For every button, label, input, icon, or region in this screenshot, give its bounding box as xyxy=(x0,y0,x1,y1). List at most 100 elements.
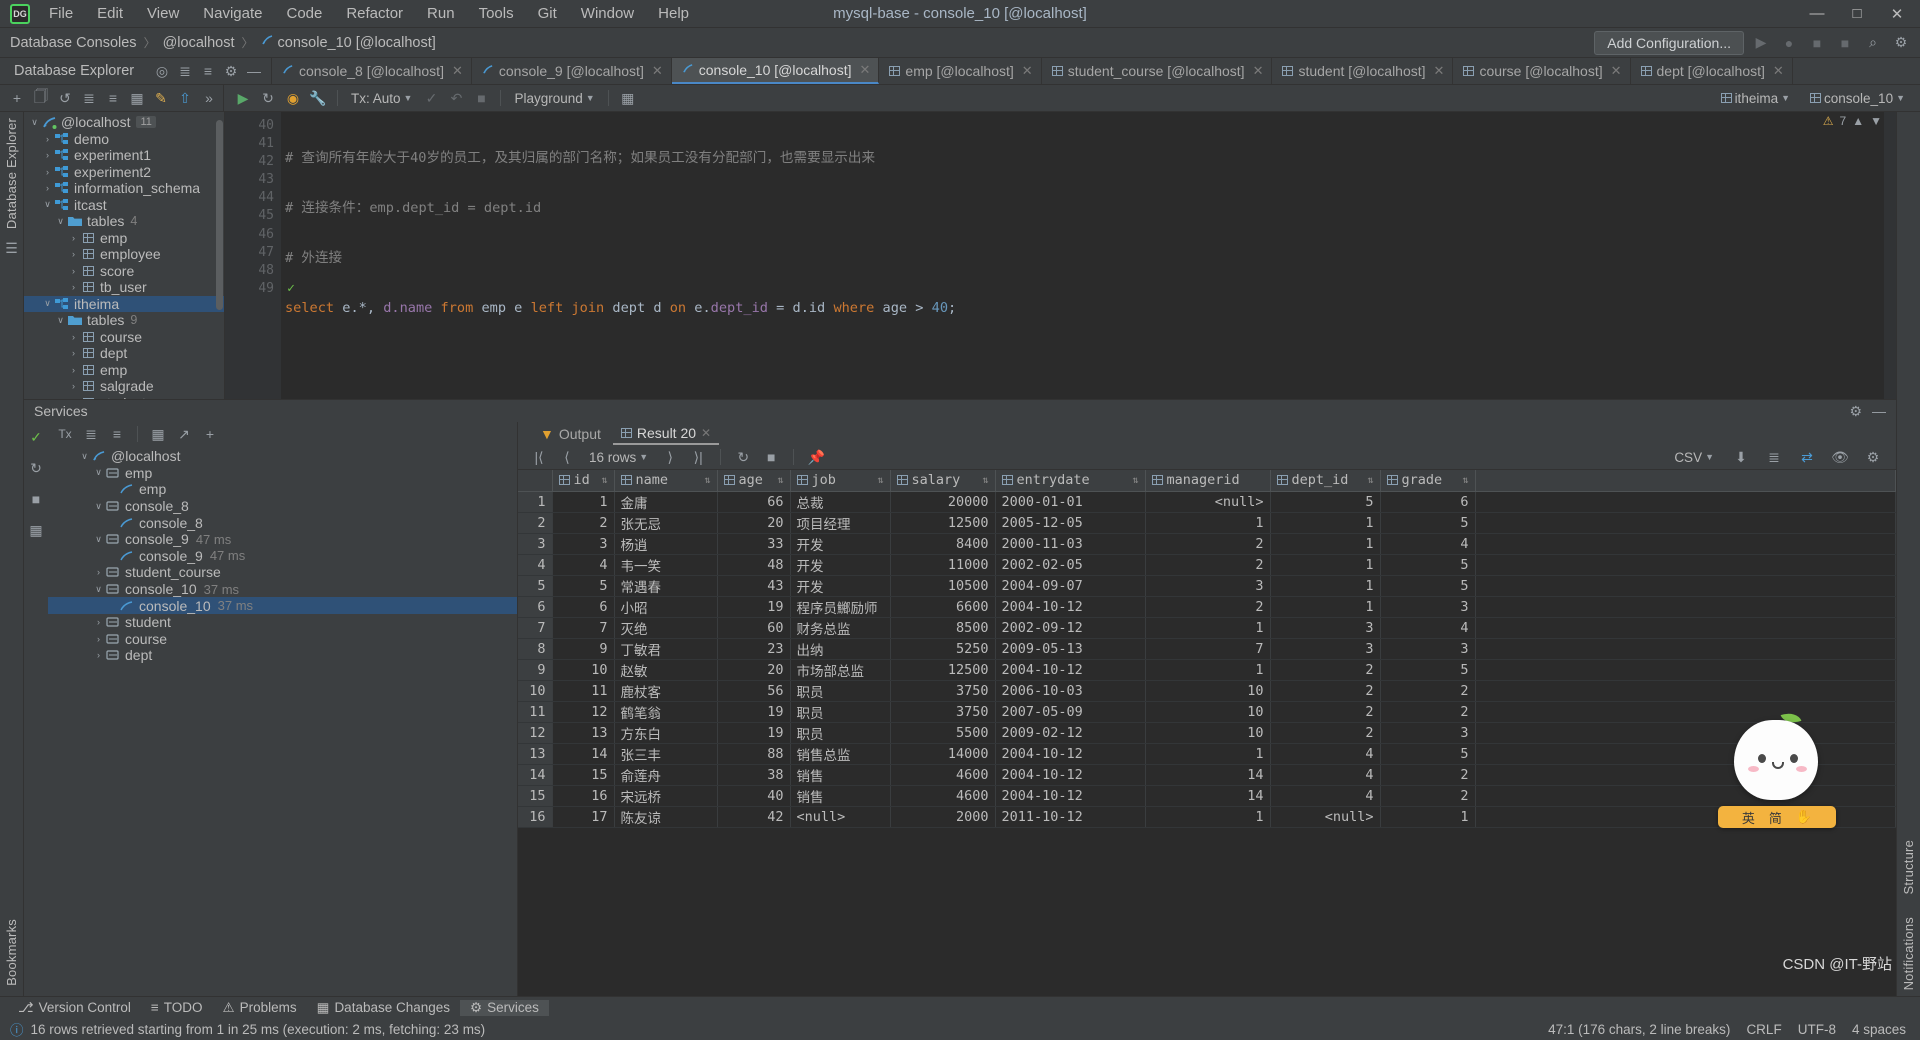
cell-salary[interactable]: 4600 xyxy=(890,764,995,785)
sort-icon[interactable]: ⇅ xyxy=(877,475,883,486)
commit-icon[interactable]: ✓ xyxy=(420,87,442,109)
cell-name[interactable]: 宋远桥 xyxy=(614,785,717,806)
tab-result-20[interactable]: Result 20 ✕ xyxy=(613,422,719,445)
cell-job[interactable]: 总裁 xyxy=(790,491,890,512)
cell-dept_id[interactable]: 3 xyxy=(1270,638,1380,659)
grid-icon[interactable]: ▦ xyxy=(126,87,148,109)
schema-select[interactable]: Playground ▼ xyxy=(509,90,599,107)
reload-icon[interactable]: ↻ xyxy=(732,446,754,468)
database-icon[interactable]: ☰ xyxy=(1,237,23,259)
close-icon[interactable]: ✕ xyxy=(452,63,463,79)
chevron-right-icon[interactable]: › xyxy=(92,650,105,660)
tree-node-itheima-salgrade[interactable]: › salgrade xyxy=(24,378,224,395)
cell-name[interactable]: 韦一笑 xyxy=(614,554,717,575)
tree-node-information_schema[interactable]: › information_schema xyxy=(24,180,224,197)
cell-salary[interactable]: 6600 xyxy=(890,596,995,617)
main-menu[interactable]: File Edit View Navigate Code Refactor Ru… xyxy=(38,2,700,25)
stop-icon[interactable]: ■ xyxy=(760,446,782,468)
jump-icon[interactable]: ⇧ xyxy=(174,87,196,109)
maximize-button[interactable]: □ xyxy=(1838,1,1876,27)
run-icon[interactable]: ▶ xyxy=(232,87,254,109)
tab-dept[interactable]: dept [@localhost] ✕ xyxy=(1631,58,1793,84)
tab-console_9[interactable]: console_9 [@localhost] ✕ xyxy=(472,58,672,84)
cell-grade[interactable]: 3 xyxy=(1380,722,1475,743)
cell-age[interactable]: 19 xyxy=(717,701,790,722)
cell-id[interactable]: 7 xyxy=(552,617,614,638)
service-node-course[interactable]: › course xyxy=(48,631,517,648)
cell-dept_id[interactable]: 1 xyxy=(1270,554,1380,575)
tab-console_10[interactable]: console_10 [@localhost] ✕ xyxy=(672,58,880,84)
cell-job[interactable]: 出纳 xyxy=(790,638,890,659)
cell-salary[interactable]: 5500 xyxy=(890,722,995,743)
cell-name[interactable]: 常遇春 xyxy=(614,575,717,596)
service-node-console_10[interactable]: ∨ console_10 37 ms xyxy=(48,581,517,598)
tree-node-itheima-course[interactable]: › course xyxy=(24,329,224,346)
chevron-right-icon[interactable]: › xyxy=(41,167,54,177)
row-number[interactable]: 12 xyxy=(518,722,552,743)
cell-entrydate[interactable]: 2004-10-12 xyxy=(995,764,1145,785)
next-problem-icon[interactable]: ▼ xyxy=(1870,114,1882,128)
cell-grade[interactable]: 3 xyxy=(1380,596,1475,617)
target-icon[interactable]: ◎ xyxy=(151,60,173,82)
row-number[interactable]: 13 xyxy=(518,743,552,764)
rollback-icon[interactable]: ↶ xyxy=(445,87,467,109)
grid-icon[interactable]: ▦ xyxy=(147,423,169,445)
tree-node-itcast-tables[interactable]: ∨ tables 4 xyxy=(24,213,224,230)
cell-grade[interactable]: 2 xyxy=(1380,785,1475,806)
chevron-right-icon[interactable]: › xyxy=(92,567,105,577)
tree-node-itheima-tables[interactable]: ∨ tables 9 xyxy=(24,312,224,329)
cell-age[interactable]: 66 xyxy=(717,491,790,512)
cell-grade[interactable]: 3 xyxy=(1380,638,1475,659)
cell-dept_id[interactable]: 2 xyxy=(1270,722,1380,743)
row-number[interactable]: 5 xyxy=(518,575,552,596)
cell-grade[interactable]: 4 xyxy=(1380,533,1475,554)
menu-navigate[interactable]: Navigate xyxy=(192,2,273,25)
close-icon[interactable]: ✕ xyxy=(1253,63,1264,79)
cell-job[interactable]: 项目经理 xyxy=(790,512,890,533)
filter-icon[interactable]: ≣ xyxy=(1763,446,1785,468)
sort-icon[interactable]: ⇅ xyxy=(704,475,710,486)
cell-managerid[interactable]: 7 xyxy=(1145,638,1270,659)
breadcrumb-root[interactable]: Database Consoles xyxy=(10,35,137,51)
tree-node-itcast-score[interactable]: › score xyxy=(24,263,224,280)
cell-job[interactable]: 职员 xyxy=(790,680,890,701)
cell-dept_id[interactable]: 1 xyxy=(1270,596,1380,617)
explain-plan-icon[interactable]: ◉ xyxy=(282,87,304,109)
ime-men-icon[interactable]: ✋ xyxy=(1796,809,1812,825)
column-header-name[interactable]: name⇅ xyxy=(614,470,717,491)
column-header-entrydate[interactable]: entrydate⇅ xyxy=(995,470,1145,491)
sort-icon[interactable]: ⇅ xyxy=(1367,475,1373,486)
tree-node-demo[interactable]: › demo xyxy=(24,131,224,148)
chevron-right-icon[interactable]: › xyxy=(67,266,80,276)
cell-dept_id[interactable]: 2 xyxy=(1270,659,1380,680)
service-node-localhost[interactable]: ∨ @localhost xyxy=(48,448,517,465)
ime-status-bar[interactable]: 英 简 ✋ xyxy=(1718,806,1836,828)
cell-managerid[interactable]: 1 xyxy=(1145,806,1270,827)
sort-icon[interactable]: ⇅ xyxy=(777,475,783,486)
cell-grade[interactable]: 5 xyxy=(1380,743,1475,764)
edit-icon[interactable]: ✎ xyxy=(150,87,172,109)
cell-id[interactable]: 5 xyxy=(552,575,614,596)
indent-setting[interactable]: 4 spaces xyxy=(1852,1022,1906,1037)
chevron-down-icon[interactable]: ∨ xyxy=(92,584,105,595)
cell-salary[interactable]: 12500 xyxy=(890,659,995,680)
cell-dept_id[interactable]: 2 xyxy=(1270,680,1380,701)
chevron-right-icon[interactable]: › xyxy=(92,634,105,644)
chevron-right-icon[interactable]: › xyxy=(67,233,80,243)
service-node-console_8-query[interactable]: console_8 xyxy=(48,514,517,531)
cell-salary[interactable]: 2000 xyxy=(890,806,995,827)
cell-age[interactable]: 19 xyxy=(717,596,790,617)
filter-icon[interactable]: ≣ xyxy=(78,87,100,109)
cell-age[interactable]: 23 xyxy=(717,638,790,659)
column-header-age[interactable]: age⇅ xyxy=(717,470,790,491)
service-node-student_course[interactable]: › student_course xyxy=(48,564,517,581)
hide-icon[interactable]: — xyxy=(1872,403,1886,420)
cell-managerid[interactable]: 10 xyxy=(1145,722,1270,743)
tab-student[interactable]: student [@localhost] ✕ xyxy=(1272,58,1453,84)
cell-job[interactable]: 销售总监 xyxy=(790,743,890,764)
tree-node-itheima[interactable]: ∨ itheima xyxy=(24,296,224,313)
cell-managerid[interactable]: 2 xyxy=(1145,554,1270,575)
cell-job[interactable]: 市场部总监 xyxy=(790,659,890,680)
more-icon[interactable]: » xyxy=(198,87,220,109)
cell-entrydate[interactable]: 2009-02-12 xyxy=(995,722,1145,743)
